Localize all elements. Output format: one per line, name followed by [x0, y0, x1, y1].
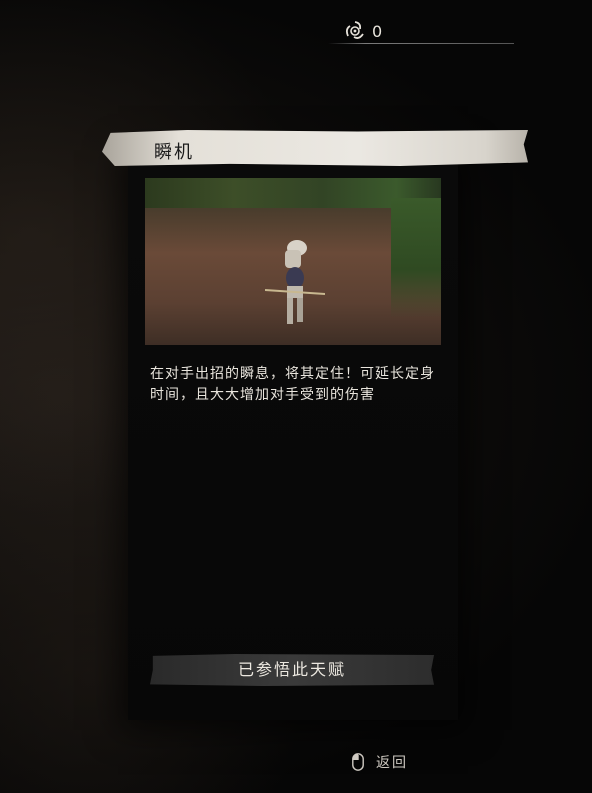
- spiral-emblem-icon: [345, 21, 364, 39]
- preview-grass: [391, 198, 441, 318]
- talent-title: 瞬机: [154, 142, 194, 163]
- talent-preview-image: [145, 178, 441, 345]
- mouse-icon: [352, 753, 364, 771]
- currency-underline: [328, 43, 514, 44]
- currency-display: 0: [328, 18, 514, 44]
- back-label: 返回: [376, 755, 408, 771]
- currency-value: 0: [372, 22, 383, 41]
- talent-learned-label: 已参悟此天赋: [237, 660, 346, 679]
- talent-description: 在对手出招的瞬息，将其定住！可延长定身时间，且大大增加对手受到的伤害: [150, 366, 435, 403]
- preview-fighters: [265, 240, 325, 324]
